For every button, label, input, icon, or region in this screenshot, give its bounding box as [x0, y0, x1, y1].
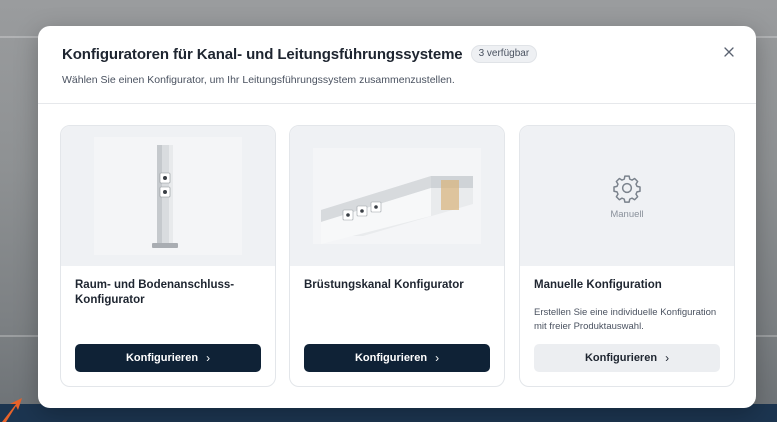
configurator-card-floor: Raum- und Bodenanschluss-Konfigurator Ko… [60, 125, 276, 387]
card-image-area: Manuell [520, 126, 734, 266]
arrow-icon [2, 398, 22, 422]
button-label: Konfigurieren [354, 352, 428, 364]
card-title: Brüstungskanal Konfigurator [304, 279, 464, 291]
card-image-area [290, 126, 504, 266]
configurator-card-parapet: Brüstungskanal Konfigurator Konfiguriere… [289, 125, 505, 387]
configurator-modal: Konfiguratoren für Kanal- und Leitungsfü… [38, 26, 756, 408]
count-badge: 3 verfügbar [470, 45, 538, 63]
button-label: Konfigurieren [125, 352, 199, 364]
close-button[interactable] [720, 43, 738, 61]
chevron-right-icon: › [665, 351, 670, 365]
parapet-channel-product-image [313, 148, 481, 244]
configure-button[interactable]: Konfigurieren › [534, 344, 720, 372]
modal-subtitle: Wählen Sie einen Konfigurator, um Ihr Le… [62, 74, 455, 86]
chevron-right-icon: › [206, 351, 211, 365]
card-title: Manuelle Konfiguration [534, 279, 662, 291]
floor-column-product-image [94, 137, 242, 255]
card-description: Erstellen Sie eine individuelle Konfigur… [534, 307, 717, 332]
configure-button[interactable]: Konfigurieren › [75, 344, 261, 372]
card-title: Raum- und Bodenanschluss-Konfigurator [75, 279, 235, 306]
modal-title: Konfiguratoren für Kanal- und Leitungsfü… [62, 45, 463, 63]
chevron-right-icon: › [435, 351, 440, 365]
card-image-area [61, 126, 275, 266]
configurator-card-manual: Manuell Manuelle Konfiguration Erstellen… [519, 125, 735, 387]
configure-button[interactable]: Konfigurieren › [304, 344, 490, 372]
modal-header: Konfiguratoren für Kanal- und Leitungsfü… [38, 26, 756, 104]
close-icon [724, 47, 734, 57]
gear-icon [613, 174, 641, 203]
manual-label: Manuell [610, 208, 644, 220]
button-label: Konfigurieren [584, 352, 658, 364]
modal-title-row: Konfiguratoren für Kanal- und Leitungsfü… [62, 45, 538, 63]
